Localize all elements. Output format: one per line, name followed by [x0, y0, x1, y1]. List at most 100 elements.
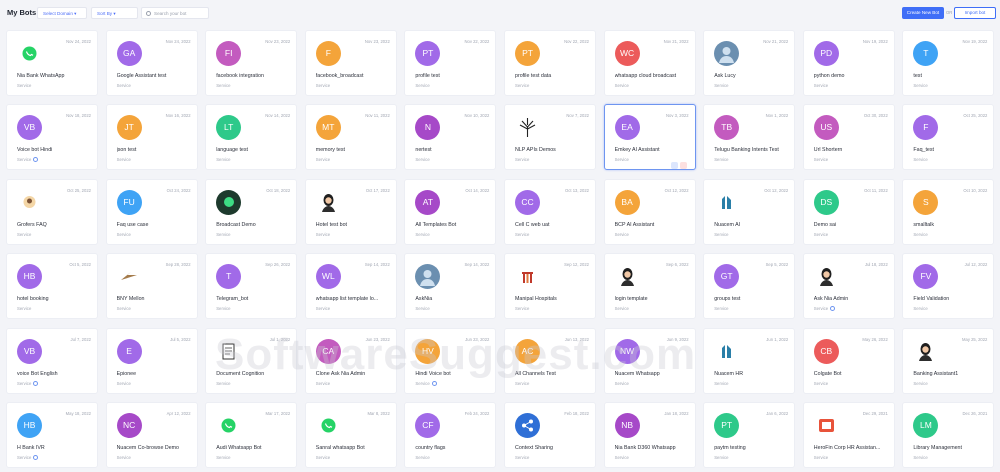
bot-card[interactable]: GA Nov 24, 2022 Google Assistant test Servi… — [105, 30, 198, 96]
bot-type: Service — [614, 157, 629, 163]
bot-card[interactable]: CC Oct 13, 2022 Cell C web uat Service — [504, 178, 596, 245]
bot-avatar: CF — [415, 413, 441, 438]
bot-card[interactable]: Sep 14, 2022 AskNia Service — [404, 253, 497, 320]
bot-card[interactable]: Oct 17, 2022 Hotel test bot Service — [304, 178, 397, 245]
bot-card[interactable]: LM Dec 26, 2021 Library Management Service — [902, 402, 995, 468]
search-input[interactable]: Search your bot — [141, 7, 209, 19]
bot-type: Service — [17, 83, 32, 88]
bot-card[interactable]: PD Nov 19, 2022 python demo Service — [802, 30, 895, 96]
bot-card[interactable]: Sep 6, 2022 login template Service — [603, 253, 696, 320]
bot-name: All Templates Bot — [415, 221, 457, 228]
bot-card[interactable]: GT Sep 5, 2022 groups test Service — [703, 253, 796, 320]
bot-date: Nov 23, 2022 — [265, 39, 291, 44]
create-new-bot-button[interactable]: Create New Bot — [902, 7, 944, 19]
delete-icon[interactable] — [679, 162, 687, 170]
bot-name: facebook integration — [216, 73, 264, 79]
bot-name: Telegram_bot — [216, 296, 249, 303]
bot-card[interactable]: NC Apr 12, 2022 Nuacem Co-browse Demo Servi… — [105, 402, 198, 468]
bot-card[interactable]: DS Oct 11, 2022 Demo sai Service — [802, 178, 895, 245]
bot-avatar: JT — [116, 115, 142, 141]
bot-card[interactable]: TB Nov 1, 2022 Telugu Banking Intents Test… — [703, 104, 796, 171]
bot-card[interactable]: PT Nov 22, 2022 profile test data Service — [504, 30, 596, 96]
bot-name: Faq_test — [913, 147, 935, 154]
bot-type: Service — [614, 455, 629, 460]
bot-type: Service — [614, 231, 629, 237]
bot-card[interactable]: Jun 1, 2022 Nuacem HR Service — [703, 327, 796, 394]
bot-type: Service — [216, 380, 231, 386]
bot-card[interactable]: Oct 18, 2022 Broadcast Demo Service — [205, 178, 298, 245]
bot-card[interactable]: Nov 21, 2022 Ask Lucy Service — [703, 30, 796, 96]
bot-card[interactable]: JT Nov 16, 2022 json test Service — [105, 104, 198, 171]
bot-card[interactable]: Oct 12, 2022 Nuacem AI Service — [703, 178, 796, 245]
bot-name: Faq use case — [116, 221, 149, 228]
bot-date: Oct 18, 2022 — [266, 187, 291, 193]
bot-card[interactable]: Sep 12, 2022 Manipal Hospitals Service — [504, 253, 596, 320]
bot-card[interactable]: VB Jul 7, 2022 voice Bot English Service — [6, 327, 98, 394]
bot-type: Service — [17, 380, 39, 386]
bot-card[interactable]: BA Oct 12, 2022 BCP AI Assistant Service — [603, 178, 696, 245]
bot-card[interactable]: MT Nov 11, 2022 memory test Service — [304, 104, 397, 171]
bot-name: Emkey AI Assistant — [614, 147, 660, 154]
bot-card[interactable]: NB Jan 18, 2022 Nia Bank D360 Whatsapp Serv… — [603, 402, 696, 468]
domain-filter-dropdown[interactable]: Select Domain ▾ — [37, 7, 87, 19]
bot-name: json test — [116, 147, 137, 154]
bot-card[interactable]: FI Nov 23, 2022 facebook integration Servic… — [205, 30, 298, 96]
grofers-logo-icon — [17, 189, 42, 215]
bot-avatar: TB — [714, 115, 740, 141]
bot-card[interactable]: Sep 28, 2022 BNY Mellon Service — [105, 253, 198, 320]
bot-card[interactable]: CF Feb 24, 2022 country flags Service — [404, 402, 497, 468]
bot-type: Service — [415, 83, 430, 88]
woman-avatar-icon — [614, 264, 640, 290]
bot-card[interactable]: VB Nov 18, 2022 Voice bot Hindi Service — [6, 104, 98, 171]
bot-card[interactable]: PT Jan 6, 2022 paytm testing Service — [703, 402, 796, 468]
bot-date: Oct 25, 2022 — [67, 187, 91, 193]
bot-card[interactable]: Mar 8, 2022 Sanral whatsapp Bot Service — [304, 402, 397, 468]
bot-card[interactable]: CB May 26, 2022 Colgate Bot Service — [802, 327, 895, 394]
bot-card[interactable]: T Nov 19, 2022 test Service — [902, 30, 995, 96]
bot-card[interactable]: Mar 17, 2022 Audi Whatsapp Bot Service — [205, 402, 298, 468]
bot-card[interactable]: FU Oct 24, 2022 Faq use case Service — [105, 178, 198, 245]
bot-card[interactable]: US Oct 30, 2022 Url Shortern Service — [802, 104, 895, 171]
bot-card[interactable]: Jul 18, 2022 Ask Nia Admin Service — [802, 253, 895, 320]
whatsapp-logo-icon — [17, 41, 42, 66]
sort-by-dropdown[interactable]: Sort By ▾ — [91, 7, 138, 19]
bot-avatar: PT — [415, 41, 441, 66]
bot-card[interactable]: Dec 29, 2021 HeroFin Corp HR Assistan... S… — [802, 402, 895, 468]
bot-card[interactable]: PT Nov 22, 2022 profile test Service — [404, 30, 497, 96]
bot-date: Nov 1, 2022 — [765, 113, 789, 119]
bot-avatar: US — [813, 115, 839, 141]
bot-avatar: DS — [813, 189, 839, 215]
bot-card[interactable]: WC Nov 21, 2022 whatsapp cloud broadcast Se… — [603, 30, 696, 96]
bot-card[interactable]: HB Oct 5, 2022 hotel booking Service — [6, 253, 98, 320]
bot-card[interactable]: T Sep 26, 2022 Telegram_bot Service — [205, 253, 298, 320]
bot-avatar: CB — [813, 338, 839, 364]
bot-card[interactable]: F Oct 25, 2022 Faq_test Service — [902, 104, 995, 171]
bot-card[interactable]: WL Sep 14, 2022 whatsapp list template lo.… — [304, 253, 397, 320]
bot-date: Sep 14, 2022 — [464, 262, 490, 268]
bot-name: BNY Mellon — [116, 296, 145, 303]
bot-card[interactable]: HB May 18, 2022 H Bank IVR Service — [6, 402, 98, 468]
bot-date: Oct 14, 2022 — [465, 187, 490, 193]
edit-icon[interactable] — [670, 162, 678, 170]
bot-card[interactable]: S Oct 10, 2022 smalltalk Service — [902, 178, 995, 245]
bot-date: Nov 16, 2022 — [165, 113, 191, 119]
voice-enabled-icon — [33, 157, 39, 163]
bot-card[interactable]: LT Nov 14, 2022 language test Service — [205, 104, 298, 171]
bot-card[interactable]: E Jul 5, 2022 Epionee Service — [105, 327, 198, 394]
bot-card[interactable]: F Nov 23, 2022 facebook_broadcast Service — [304, 30, 397, 96]
bot-type: Service — [813, 455, 829, 460]
bot-date: Feb 24, 2022 — [464, 411, 490, 416]
bot-card[interactable]: AT Oct 14, 2022 All Templates Bot Service — [404, 178, 497, 245]
bot-card[interactable]: N Nov 10, 2022 nertest Service — [404, 104, 497, 171]
bot-card[interactable]: Feb 18, 2022 Context Sharing Service — [504, 402, 596, 468]
bot-card[interactable]: EA Nov 3, 2022 Emkey AI Assistant Service — [603, 104, 696, 171]
bot-date: Sep 28, 2022 — [165, 262, 191, 268]
bot-card[interactable]: Oct 25, 2022 Grofers FAQ Service — [6, 178, 98, 245]
bot-card[interactable]: FV Jul 12, 2022 Field Validation Service — [902, 253, 995, 320]
watermark-logo: SoftwareSuggest.com — [215, 330, 697, 379]
bot-card[interactable]: Nov 24, 2022 Nia Bank WhatsApp Service — [6, 30, 98, 96]
bot-card[interactable]: May 25, 2022 Banking Assistant1 Service — [902, 327, 995, 394]
import-bot-button[interactable]: Import bot — [954, 7, 996, 19]
bot-card[interactable]: Nov 7, 2022 NLP APIs Demos Service — [504, 104, 596, 171]
bot-name: Banking Assistant1 — [913, 370, 959, 377]
